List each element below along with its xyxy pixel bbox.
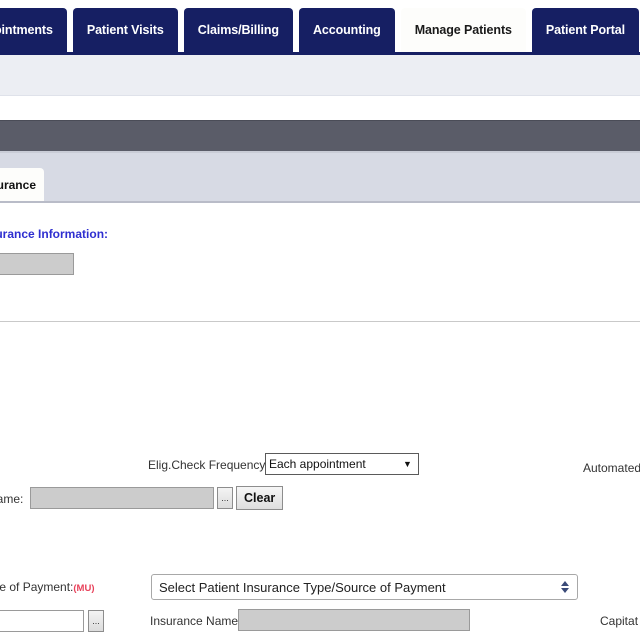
name-field[interactable] <box>30 487 214 509</box>
source-of-payment-label: Source of Payment:(MU) <box>0 580 95 596</box>
clear-button[interactable]: Clear <box>236 486 284 510</box>
nav-tab-label: Claims/Billing <box>197 23 279 37</box>
nav-tab-accounting[interactable]: Accounting <box>298 8 395 52</box>
nav-tab-label: Patient Portal <box>545 23 626 37</box>
name-lookup-button[interactable]: ... <box>217 487 233 509</box>
section-header-bar <box>0 120 640 153</box>
capitated-label: Capitat <box>600 614 639 628</box>
nav-tab-label: Appointments <box>0 23 53 37</box>
spacer-band <box>0 96 640 120</box>
insurance-form: Insurance Information: Elig.Check Freque… <box>0 203 640 640</box>
name-label: Name: <box>0 492 24 506</box>
insurance-name-label: Insurance Name: <box>150 614 242 628</box>
nav-tab-claims-billing[interactable]: Claims/Billing <box>183 8 293 52</box>
nav-tab-label: Manage Patients <box>414 23 512 37</box>
insurance-code-lookup-button[interactable]: ... <box>88 610 104 632</box>
nav-tab-label: Patient Visits <box>86 23 164 37</box>
automated-label: Automated <box>583 461 640 475</box>
app-root: Appointments Patient Visits Claims/Billi… <box>0 0 640 640</box>
inner-tab-label: Insurance <box>0 177 36 192</box>
insurance-type-select[interactable]: Select Patient Insurance Type/Source of … <box>151 574 578 600</box>
insurance-code-field[interactable] <box>0 610 84 632</box>
nav-tab-patient-visits[interactable]: Patient Visits <box>72 8 178 52</box>
nav-tab-manage-patients[interactable]: Manage Patients <box>400 8 526 52</box>
mu-marker: (MU) <box>73 583 95 594</box>
inner-tab-insurance[interactable]: Insurance <box>0 168 44 201</box>
elig-check-frequency-label: Elig.Check Frequency: <box>148 458 269 472</box>
toolbar-band <box>0 55 640 96</box>
nav-tab-appointments[interactable]: Appointments <box>0 8 67 52</box>
page-title: Insurance Information: <box>0 227 109 241</box>
nav-tab-label: Accounting <box>312 23 381 37</box>
section-divider <box>0 321 640 322</box>
plan-code-field[interactable] <box>0 253 74 275</box>
main-navigation: Appointments Patient Visits Claims/Billi… <box>0 0 640 52</box>
nav-tab-patient-portal[interactable]: Patient Portal <box>531 8 640 52</box>
inner-tabbar: Insurance <box>0 153 640 203</box>
insurance-name-field[interactable] <box>238 609 470 631</box>
source-of-payment-text: Source of Payment: <box>0 580 74 594</box>
elig-check-frequency-select[interactable]: Each appointment <box>265 453 419 475</box>
